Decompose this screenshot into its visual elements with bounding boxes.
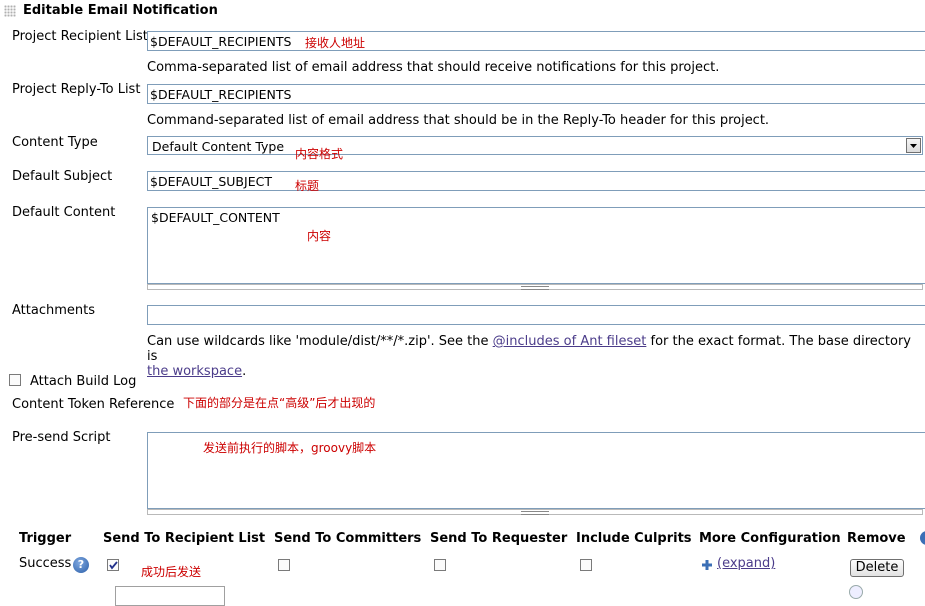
content-value: $DEFAULT_CONTENT <box>151 210 280 225</box>
token-ref-label: Content Token Reference <box>12 397 175 412</box>
content-annotation: 内容 <box>307 229 332 243</box>
trigger-name: Success <box>19 556 72 571</box>
attachments-help-text: Can use wildcards like 'module/dist/**/*… <box>147 334 493 349</box>
reply-to-label: Project Reply-To List <box>12 82 141 97</box>
recipient-annotation: 接收人地址 <box>305 36 366 50</box>
delete-button[interactable]: Delete <box>850 559 904 577</box>
attach-build-log-label: Attach Build Log <box>30 374 137 389</box>
header-more-configuration: More Configuration <box>699 531 841 546</box>
subject-annotation: 标题 <box>295 179 320 193</box>
recipient-label: Project Recipient List <box>12 29 148 44</box>
recipient-help: Comma-separated list of email address th… <box>147 60 720 75</box>
delete-button-label: Delete <box>855 560 899 575</box>
next-row-select[interactable] <box>115 586 225 606</box>
header-trigger: Trigger <box>19 531 72 546</box>
presend-label: Pre-send Script <box>12 430 111 445</box>
presend-resize-handle[interactable] <box>147 509 923 515</box>
include-culprits-checkbox[interactable] <box>580 559 592 571</box>
header-help-icon[interactable] <box>920 531 925 545</box>
success-annotation: 成功后发送 <box>141 565 202 579</box>
workspace-link[interactable]: the workspace <box>147 364 242 379</box>
section-title: Editable Email Notification <box>23 3 218 18</box>
next-row-help-icon[interactable] <box>849 585 863 599</box>
content-type-value: Default Content Type <box>152 139 285 154</box>
send-to-recipient-checkbox[interactable] <box>107 559 119 571</box>
send-to-requester-checkbox[interactable] <box>434 559 446 571</box>
content-resize-handle[interactable] <box>147 284 923 290</box>
ant-fileset-link[interactable]: @includes of Ant fileset <box>493 334 647 349</box>
attach-build-log-checkbox[interactable] <box>9 374 21 386</box>
plus-icon[interactable] <box>701 559 713 571</box>
expand-link[interactable]: (expand) <box>717 556 775 571</box>
section-grip-icon[interactable] <box>4 5 16 17</box>
recipient-value: $DEFAULT_RECIPIENTS <box>150 34 292 49</box>
header-send-to-recipient: Send To Recipient List <box>103 531 266 546</box>
header-send-to-committers: Send To Committers <box>274 531 422 546</box>
presend-annotation: 发送前执行的脚本，groovy脚本 <box>203 441 377 455</box>
reply-to-value: $DEFAULT_RECIPIENTS <box>150 87 292 102</box>
attachments-help: Can use wildcards like 'module/dist/**/*… <box>147 334 917 379</box>
help-icon[interactable]: ? <box>73 557 89 573</box>
subject-label: Default Subject <box>12 169 113 184</box>
header-send-to-requester: Send To Requester <box>430 531 568 546</box>
content-label: Default Content <box>12 205 116 220</box>
attachments-label: Attachments <box>12 303 95 318</box>
attachments-help-end: . <box>242 364 247 379</box>
content-type-annotation: 内容格式 <box>295 147 344 161</box>
attachments-input[interactable] <box>147 305 925 325</box>
reply-to-help: Command-separated list of email address … <box>147 113 770 128</box>
header-remove: Remove <box>847 531 906 546</box>
content-type-label: Content Type <box>12 135 98 150</box>
dropdown-arrow-icon[interactable] <box>906 138 921 153</box>
token-ref-annotation: 下面的部分是在点“高级”后才出现的 <box>183 396 376 410</box>
send-to-committers-checkbox[interactable] <box>278 559 290 571</box>
header-include-culprits: Include Culprits <box>576 531 692 546</box>
subject-value: $DEFAULT_SUBJECT <box>150 174 272 189</box>
